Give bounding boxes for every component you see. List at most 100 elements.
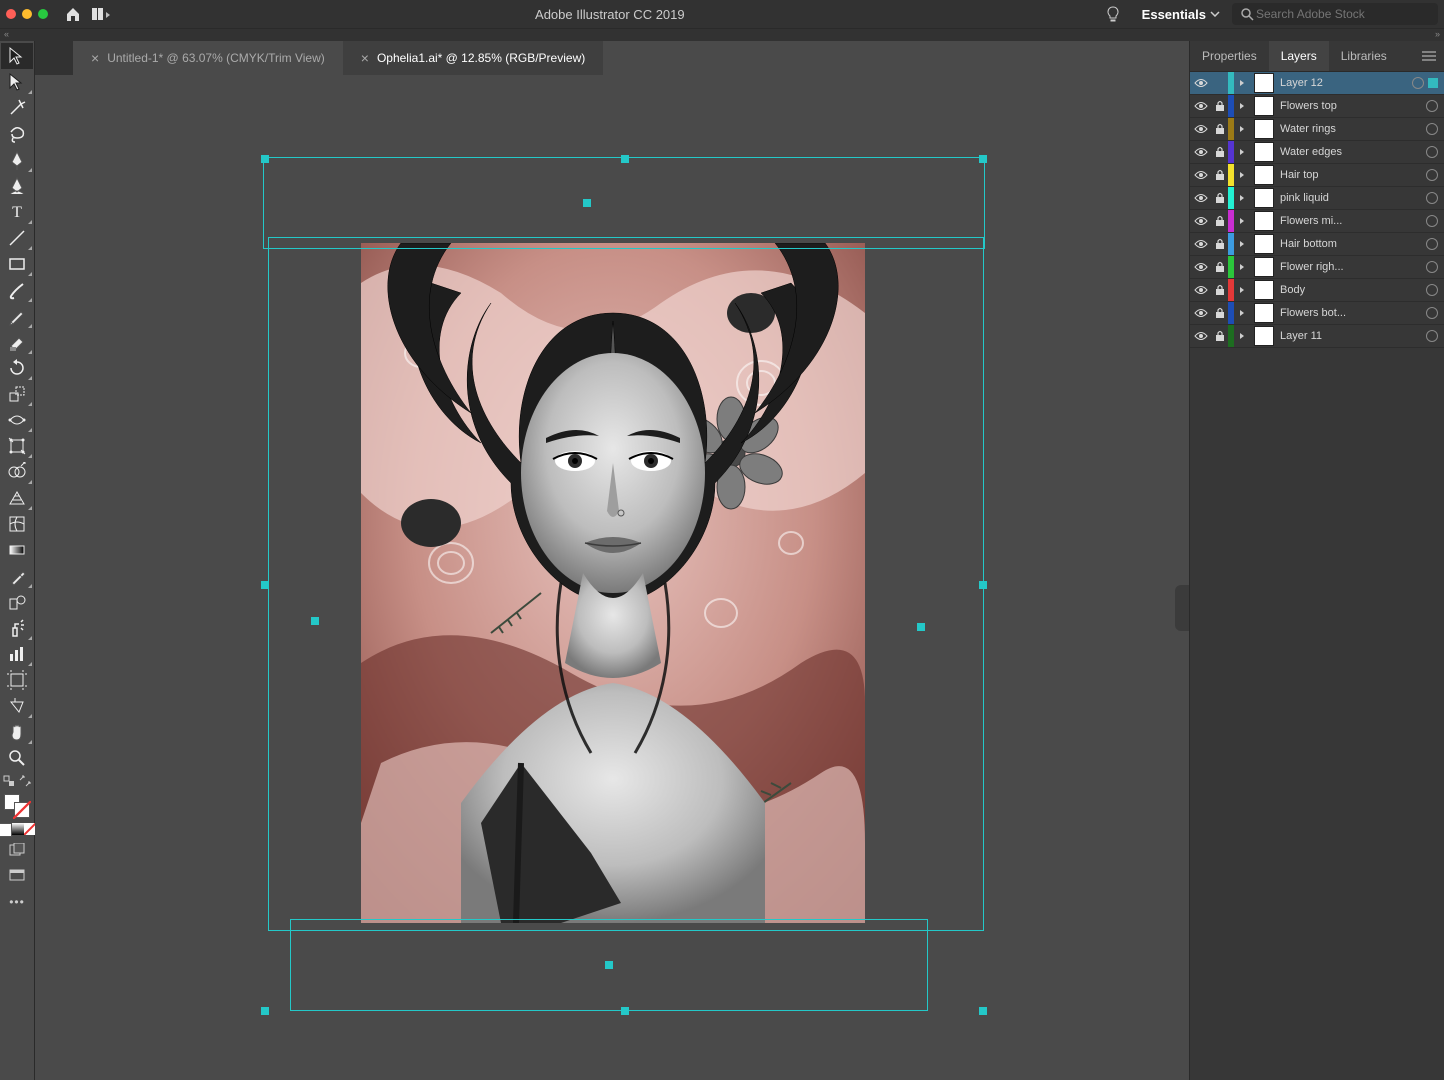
layer-row[interactable]: Body xyxy=(1190,279,1444,302)
hand-tool[interactable] xyxy=(1,719,33,745)
layer-expand-toggle[interactable] xyxy=(1234,79,1250,87)
layer-target-button[interactable] xyxy=(1426,146,1438,158)
layer-target-button[interactable] xyxy=(1426,330,1438,342)
layer-lock-toggle[interactable] xyxy=(1212,330,1228,342)
workspace-switcher[interactable]: Essentials xyxy=(1138,5,1224,24)
layer-target-button[interactable] xyxy=(1426,100,1438,112)
layer-expand-toggle[interactable] xyxy=(1234,194,1250,202)
artboard-tool[interactable] xyxy=(1,667,33,693)
layer-lock-toggle[interactable] xyxy=(1212,261,1228,273)
layer-lock-toggle[interactable] xyxy=(1212,215,1228,227)
layer-row[interactable]: Flower righ... xyxy=(1190,256,1444,279)
layer-visibility-toggle[interactable] xyxy=(1190,193,1212,203)
layer-name[interactable]: Flower righ... xyxy=(1278,261,1422,273)
layer-visibility-toggle[interactable] xyxy=(1190,78,1212,88)
eraser-tool[interactable] xyxy=(1,329,33,355)
close-tab-icon[interactable]: × xyxy=(91,50,99,66)
layer-target-button[interactable] xyxy=(1426,169,1438,181)
selection-tool[interactable] xyxy=(1,43,33,69)
layer-visibility-toggle[interactable] xyxy=(1190,101,1212,111)
gradient-tool[interactable] xyxy=(1,537,33,563)
selection-handle[interactable] xyxy=(583,199,591,207)
layer-row[interactable]: Water edges xyxy=(1190,141,1444,164)
layer-name[interactable]: pink liquid xyxy=(1278,192,1422,204)
layer-name[interactable]: Layer 12 xyxy=(1278,77,1408,89)
type-tool[interactable]: T xyxy=(1,199,33,225)
selection-handle[interactable] xyxy=(979,1007,987,1015)
collapse-right-icon[interactable]: » xyxy=(1435,29,1440,41)
help-tips-button[interactable] xyxy=(1102,3,1124,25)
eyedropper-tool[interactable] xyxy=(1,563,33,589)
layer-expand-toggle[interactable] xyxy=(1234,171,1250,179)
layer-target-button[interactable] xyxy=(1426,307,1438,319)
edit-toolbar-button[interactable]: ••• xyxy=(9,895,25,909)
layer-lock-toggle[interactable] xyxy=(1212,100,1228,112)
panel-tab-properties[interactable]: Properties xyxy=(1190,41,1269,71)
layer-expand-toggle[interactable] xyxy=(1234,309,1250,317)
layer-visibility-toggle[interactable] xyxy=(1190,170,1212,180)
layer-expand-toggle[interactable] xyxy=(1234,217,1250,225)
layer-visibility-toggle[interactable] xyxy=(1190,124,1212,134)
layer-target-button[interactable] xyxy=(1412,77,1424,89)
layer-row[interactable]: Hair bottom xyxy=(1190,233,1444,256)
layer-name[interactable]: Flowers bot... xyxy=(1278,307,1422,319)
selection-handle[interactable] xyxy=(621,155,629,163)
canvas[interactable] xyxy=(35,75,1189,1080)
layer-row[interactable]: Flowers top xyxy=(1190,95,1444,118)
shape-builder-tool[interactable] xyxy=(1,459,33,485)
layer-row[interactable]: Flowers bot... xyxy=(1190,302,1444,325)
zoom-tool[interactable] xyxy=(1,745,33,771)
layer-lock-toggle[interactable] xyxy=(1212,284,1228,296)
color-mode-row[interactable] xyxy=(0,823,36,837)
layer-name[interactable]: Flowers mi... xyxy=(1278,215,1422,227)
slice-tool[interactable] xyxy=(1,693,33,719)
layer-target-button[interactable] xyxy=(1426,123,1438,135)
symbol-sprayer-tool[interactable] xyxy=(1,615,33,641)
search-stock[interactable] xyxy=(1232,3,1438,25)
layer-target-button[interactable] xyxy=(1426,261,1438,273)
layer-lock-toggle[interactable] xyxy=(1212,123,1228,135)
layer-visibility-toggle[interactable] xyxy=(1190,147,1212,157)
color-mode-solid-icon[interactable] xyxy=(0,823,12,837)
layer-expand-toggle[interactable] xyxy=(1234,332,1250,340)
layer-visibility-toggle[interactable] xyxy=(1190,285,1212,295)
perspective-grid-tool[interactable] xyxy=(1,485,33,511)
stroke-swatch[interactable] xyxy=(14,802,30,818)
scale-tool[interactable] xyxy=(1,381,33,407)
layer-row[interactable]: Layer 12 xyxy=(1190,72,1444,95)
selection-handle[interactable] xyxy=(261,1007,269,1015)
layer-expand-toggle[interactable] xyxy=(1234,148,1250,156)
panel-tab-libraries[interactable]: Libraries xyxy=(1329,41,1399,71)
layer-lock-toggle[interactable] xyxy=(1212,307,1228,319)
width-tool[interactable] xyxy=(1,407,33,433)
selection-handle[interactable] xyxy=(917,623,925,631)
search-stock-input[interactable] xyxy=(1254,6,1430,22)
window-close-button[interactable] xyxy=(6,9,16,19)
selection-handle[interactable] xyxy=(979,155,987,163)
layer-expand-toggle[interactable] xyxy=(1234,286,1250,294)
line-segment-tool[interactable] xyxy=(1,225,33,251)
layer-target-button[interactable] xyxy=(1426,238,1438,250)
screen-mode-button[interactable] xyxy=(1,863,33,889)
arrange-documents-button[interactable] xyxy=(90,3,112,25)
layer-name[interactable]: Hair bottom xyxy=(1278,238,1422,250)
panel-tab-layers[interactable]: Layers xyxy=(1269,41,1329,71)
lasso-tool[interactable] xyxy=(1,121,33,147)
layer-target-button[interactable] xyxy=(1426,284,1438,296)
layer-name[interactable]: Body xyxy=(1278,284,1422,296)
free-transform-tool[interactable] xyxy=(1,433,33,459)
default-fill-stroke-icon[interactable] xyxy=(19,775,31,787)
selection-handle[interactable] xyxy=(605,961,613,969)
layer-name[interactable]: Water edges xyxy=(1278,146,1422,158)
layer-expand-toggle[interactable] xyxy=(1234,240,1250,248)
fill-stroke-swatch[interactable] xyxy=(3,793,31,819)
draw-mode-button[interactable] xyxy=(1,837,33,863)
pen-tool[interactable] xyxy=(1,147,33,173)
layer-visibility-toggle[interactable] xyxy=(1190,239,1212,249)
layer-visibility-toggle[interactable] xyxy=(1190,308,1212,318)
shaper-tool[interactable] xyxy=(1,303,33,329)
layer-name[interactable]: Water rings xyxy=(1278,123,1422,135)
toggle-fill-stroke-icon[interactable] xyxy=(3,775,15,787)
layer-name[interactable]: Layer 11 xyxy=(1278,330,1422,342)
layer-lock-toggle[interactable] xyxy=(1212,146,1228,158)
